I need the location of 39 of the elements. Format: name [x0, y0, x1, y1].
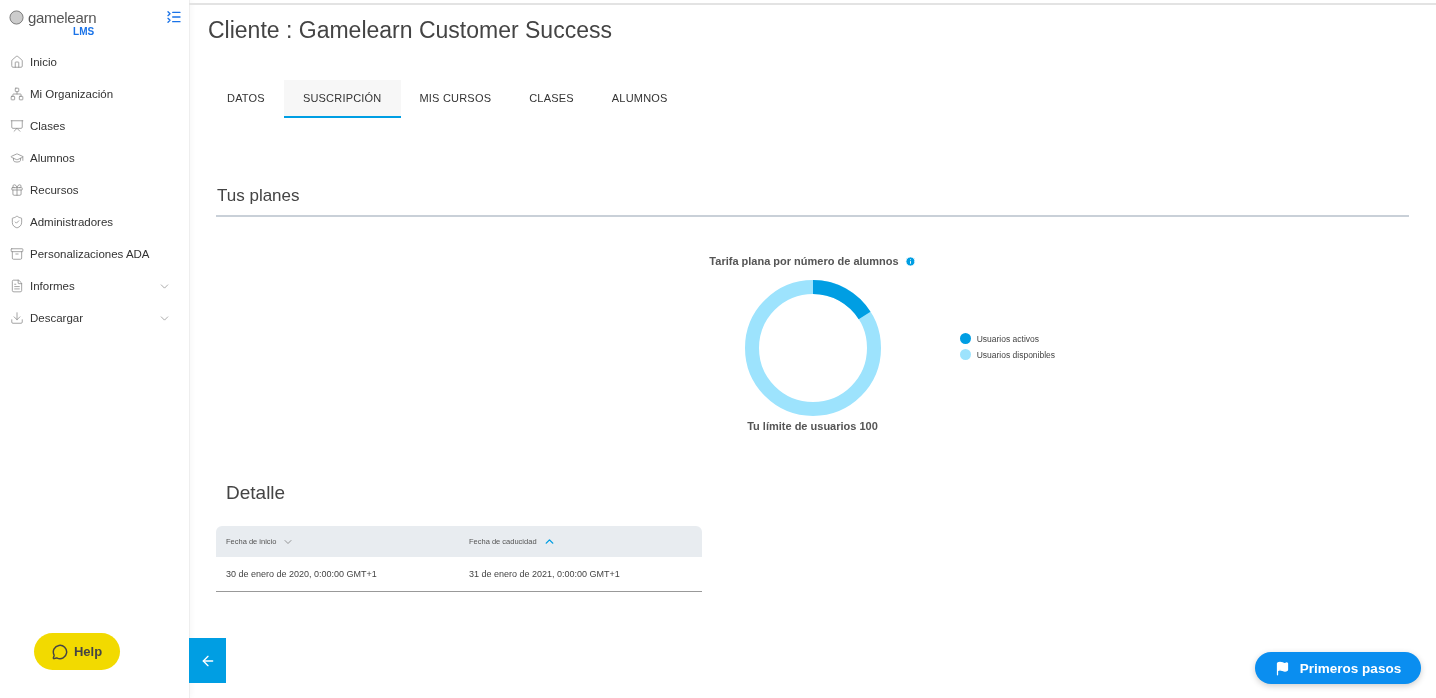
sidebar-item[interactable]: Administradores	[0, 206, 189, 238]
sidebar-item[interactable]: Personalizaciones ADA	[0, 238, 189, 270]
back-button[interactable]	[189, 638, 226, 683]
section-heading: Detalle	[226, 482, 287, 504]
chart-caption: Tu límite de usuarios 100	[747, 420, 878, 432]
download-icon	[10, 311, 24, 325]
document-icon	[10, 279, 24, 293]
flag-icon	[1274, 660, 1290, 676]
home-icon	[10, 55, 24, 69]
tab[interactable]: DATOS	[208, 80, 284, 118]
page-title: Cliente : Gamelearn Customer Success	[208, 17, 613, 44]
graduation-cap-icon	[10, 151, 24, 165]
legend-item: Usuarios activos	[959, 333, 1409, 344]
archive-icon	[10, 247, 24, 261]
section-heading: Tus planes	[216, 186, 1409, 217]
tab[interactable]: SUSCRIPCIÓN	[283, 80, 401, 118]
chart-title: Tarifa plana por número de alumnos	[709, 255, 916, 267]
collapse-menu-icon[interactable]	[166, 9, 182, 25]
table-cell: 30 de enero de 2020, 0:00:00 GMT+1	[216, 557, 459, 591]
org-chart-icon	[10, 87, 24, 101]
sidebar-item[interactable]: Recursos	[0, 174, 189, 206]
logo: gamelearn LMS	[9, 9, 97, 46]
info-icon[interactable]	[904, 255, 916, 267]
sidebar-item[interactable]: Inicio	[0, 46, 189, 78]
sidebar-item[interactable]: Mi Organización	[0, 78, 189, 110]
help-button[interactable]: Help	[34, 633, 120, 670]
gift-icon	[10, 183, 24, 197]
sidebar-item[interactable]: Descargar	[0, 302, 189, 334]
chat-bubble-icon	[51, 643, 68, 660]
table-cell: 31 de enero de 2021, 0:00:00 GMT+1	[459, 557, 702, 591]
legend-item: Usuarios disponibles	[959, 349, 1409, 360]
presentation-icon	[10, 119, 24, 133]
sidebar-item[interactable]: Alumnos	[0, 142, 189, 174]
tab[interactable]: CLASES	[510, 80, 593, 118]
tab[interactable]: ALUMNOS	[592, 80, 687, 118]
shield-icon	[10, 215, 24, 229]
sidebar-item[interactable]: Informes	[0, 270, 189, 302]
tab[interactable]: MIS CURSOS	[400, 80, 511, 118]
sidebar-item[interactable]: Clases	[0, 110, 189, 142]
